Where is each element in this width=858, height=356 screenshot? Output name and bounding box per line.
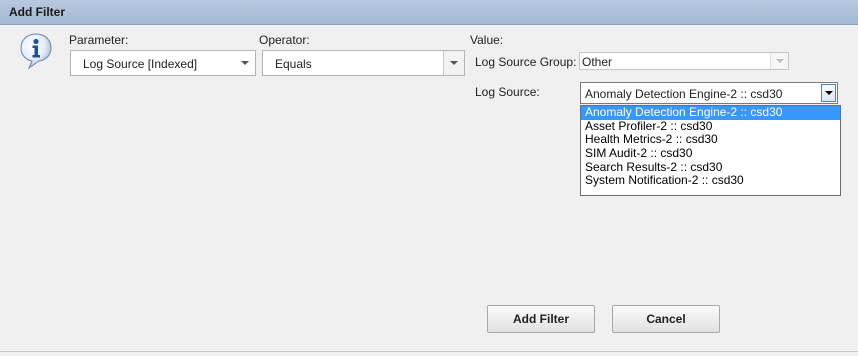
value-label: Value: xyxy=(470,33,504,47)
log-source-option[interactable]: Search Results-2 :: csd30 xyxy=(581,160,840,175)
log-source-label: Log Source: xyxy=(475,85,540,99)
log-source-option[interactable]: Health Metrics-2 :: csd30 xyxy=(581,133,840,147)
log-source-option[interactable]: SIM Audit-2 :: csd30 xyxy=(581,146,840,161)
operator-select-value: Equals xyxy=(275,57,312,71)
log-source-option[interactable]: Asset Profiler-2 :: csd30 xyxy=(581,119,840,134)
dialog-title: Add Filter xyxy=(9,5,65,19)
log-source-group-value: Other xyxy=(582,55,613,69)
cancel-button[interactable]: Cancel xyxy=(612,305,720,333)
dialog-bottom-divider xyxy=(0,351,858,352)
add-filter-button[interactable]: Add Filter xyxy=(487,305,595,333)
log-source-dropdown-list[interactable]: Anomaly Detection Engine-2 :: csd30 Asse… xyxy=(580,105,841,196)
chevron-down-icon[interactable] xyxy=(443,51,464,75)
log-source-select[interactable]: Anomaly Detection Engine-2 :: csd30 xyxy=(580,82,838,104)
parameter-select-value: Log Source [Indexed] xyxy=(83,57,198,71)
chevron-down-icon[interactable] xyxy=(821,84,836,102)
log-source-value: Anomaly Detection Engine-2 :: csd30 xyxy=(585,87,783,101)
log-source-option[interactable]: System Notification-2 :: csd30 xyxy=(581,174,840,188)
log-source-group-select[interactable]: Other xyxy=(579,52,789,70)
parameter-label: Parameter: xyxy=(69,33,129,47)
dialog-titlebar: Add Filter xyxy=(0,0,858,25)
log-source-group-label: Log Source Group: xyxy=(475,55,577,69)
chevron-down-icon[interactable] xyxy=(235,51,255,75)
operator-label: Operator: xyxy=(259,33,310,47)
operator-select[interactable]: Equals xyxy=(262,50,465,76)
log-source-option[interactable]: Anomaly Detection Engine-2 :: csd30 xyxy=(581,106,840,120)
parameter-select[interactable]: Log Source [Indexed] xyxy=(70,50,256,76)
chevron-down-icon xyxy=(770,53,788,69)
info-icon xyxy=(20,33,52,69)
